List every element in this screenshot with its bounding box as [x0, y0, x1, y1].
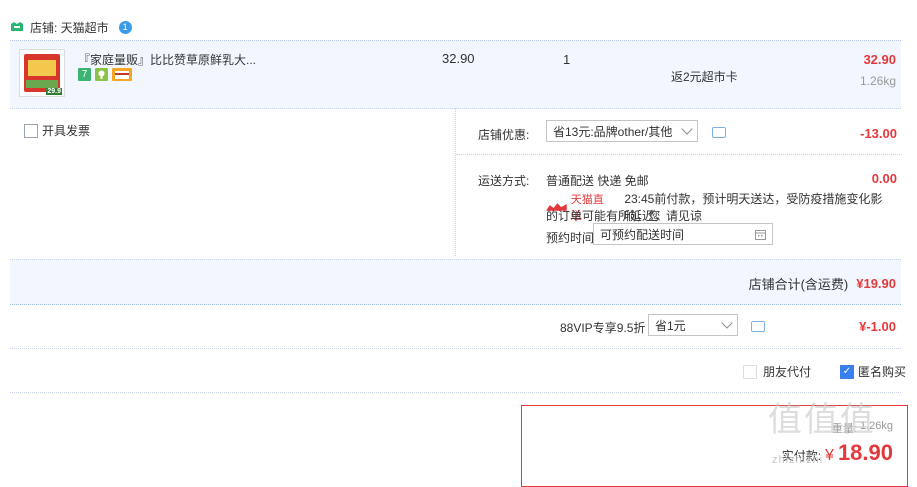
shop-total-label: 店铺合计(含运费)	[748, 277, 849, 292]
currency-symbol: ¥	[825, 447, 834, 464]
anonymous-checkbox[interactable]: ✓	[840, 364, 854, 379]
unit-price: 32.90	[442, 51, 475, 66]
shop-total-row: 店铺合计(含运费) ¥19.90	[10, 259, 901, 305]
shop-discount-label: 店铺优惠:	[478, 128, 530, 142]
divider	[456, 154, 902, 155]
divider	[10, 348, 901, 349]
invoice-pane: 开具发票	[10, 108, 454, 256]
invoice-label: 开具发票	[42, 124, 91, 138]
item-subtotal: 32.90	[863, 52, 896, 67]
discount-shipping-pane: 店铺优惠: 省13元:品牌other/其他 -13.00 运送方式: 普通配送 …	[455, 108, 902, 256]
rebate-note: 返2元超市卡	[671, 70, 738, 84]
seven-day-return-icon[interactable]: 7	[78, 68, 91, 81]
actual-payment-amount: 18.90	[837, 440, 893, 465]
item-weight: 1.26kg	[859, 74, 896, 88]
vip-row: 88VIP专享9.5折 省1元 ¥-1.00	[10, 305, 901, 348]
shop-discount-amount: -13.00	[860, 126, 897, 141]
shop-discount-value: 省13元:品牌other/其他	[553, 124, 673, 139]
schedule-time-label: 预约时间	[546, 231, 595, 245]
schedule-time-value: 可预约配送时间	[600, 227, 685, 242]
order-item-row: 29.9 『家庭量贩』比比赞草原鲜乳大... 7 32.90 1 返2元超市卡 …	[10, 40, 901, 109]
watermark-logo: 值值值	[768, 400, 876, 440]
product-title[interactable]: 『家庭量贩』比比赞草原鲜乳大...	[78, 51, 256, 68]
quantity: 1	[563, 52, 571, 67]
vip-label: 88VIP专享9.5折	[560, 321, 646, 335]
schedule-time-picker[interactable]: 可预约配送时间	[593, 223, 773, 245]
anonymous-label: 匿名购买	[858, 365, 907, 379]
shop-discount-select[interactable]: 省13元:品牌other/其他	[546, 120, 698, 142]
watermark-text: zhizhizhi	[772, 454, 824, 466]
product-thumbnail[interactable]: 29.9	[19, 49, 65, 97]
shipping-method: 普通配送 快递 免邮	[546, 174, 649, 188]
delivery-notice-cont: 的订单可能有所延迟，请见谅	[546, 209, 703, 223]
vip-discount-value: 省1元	[655, 318, 686, 333]
tmall-icon	[11, 22, 23, 31]
shop-total: 店铺合计(含运费) ¥19.90	[749, 274, 896, 293]
service-badges: 7	[78, 68, 132, 81]
friend-pay-option[interactable]: 朋友代付	[743, 363, 811, 380]
order-options-area: 开具发票 店铺优惠: 省13元:品牌other/其他 -13.00 运送方式: …	[10, 108, 902, 258]
invoice-option[interactable]: 开具发票	[24, 122, 90, 139]
comment-icon[interactable]	[712, 127, 726, 138]
guarantee-icon[interactable]	[95, 68, 108, 81]
friend-pay-checkbox[interactable]	[743, 364, 757, 379]
calendar-icon	[755, 229, 766, 240]
chevron-down-icon	[721, 317, 733, 329]
vip-discount-select[interactable]: 省1元	[648, 314, 738, 336]
wangwang-icon[interactable]: 1	[118, 20, 132, 34]
shop-header: 店铺: 天猫超市 1	[10, 16, 132, 38]
vip-amount: ¥-1.00	[859, 319, 896, 334]
comment-icon[interactable]	[751, 321, 765, 332]
invoice-checkbox[interactable]	[24, 123, 38, 138]
friend-pay-label: 朋友代付	[763, 365, 812, 379]
shop-total-amount: ¥19.90	[856, 276, 896, 291]
anonymous-option[interactable]: ✓ 匿名购买	[840, 363, 906, 380]
credit-card-icon[interactable]	[112, 68, 132, 81]
shipping-label: 运送方式:	[478, 174, 530, 188]
thumb-price-tag: 29.9	[46, 88, 62, 95]
shipping-amount: 0.00	[871, 171, 897, 186]
shop-name[interactable]: 店铺: 天猫超市	[30, 19, 109, 36]
chevron-down-icon	[681, 123, 693, 135]
